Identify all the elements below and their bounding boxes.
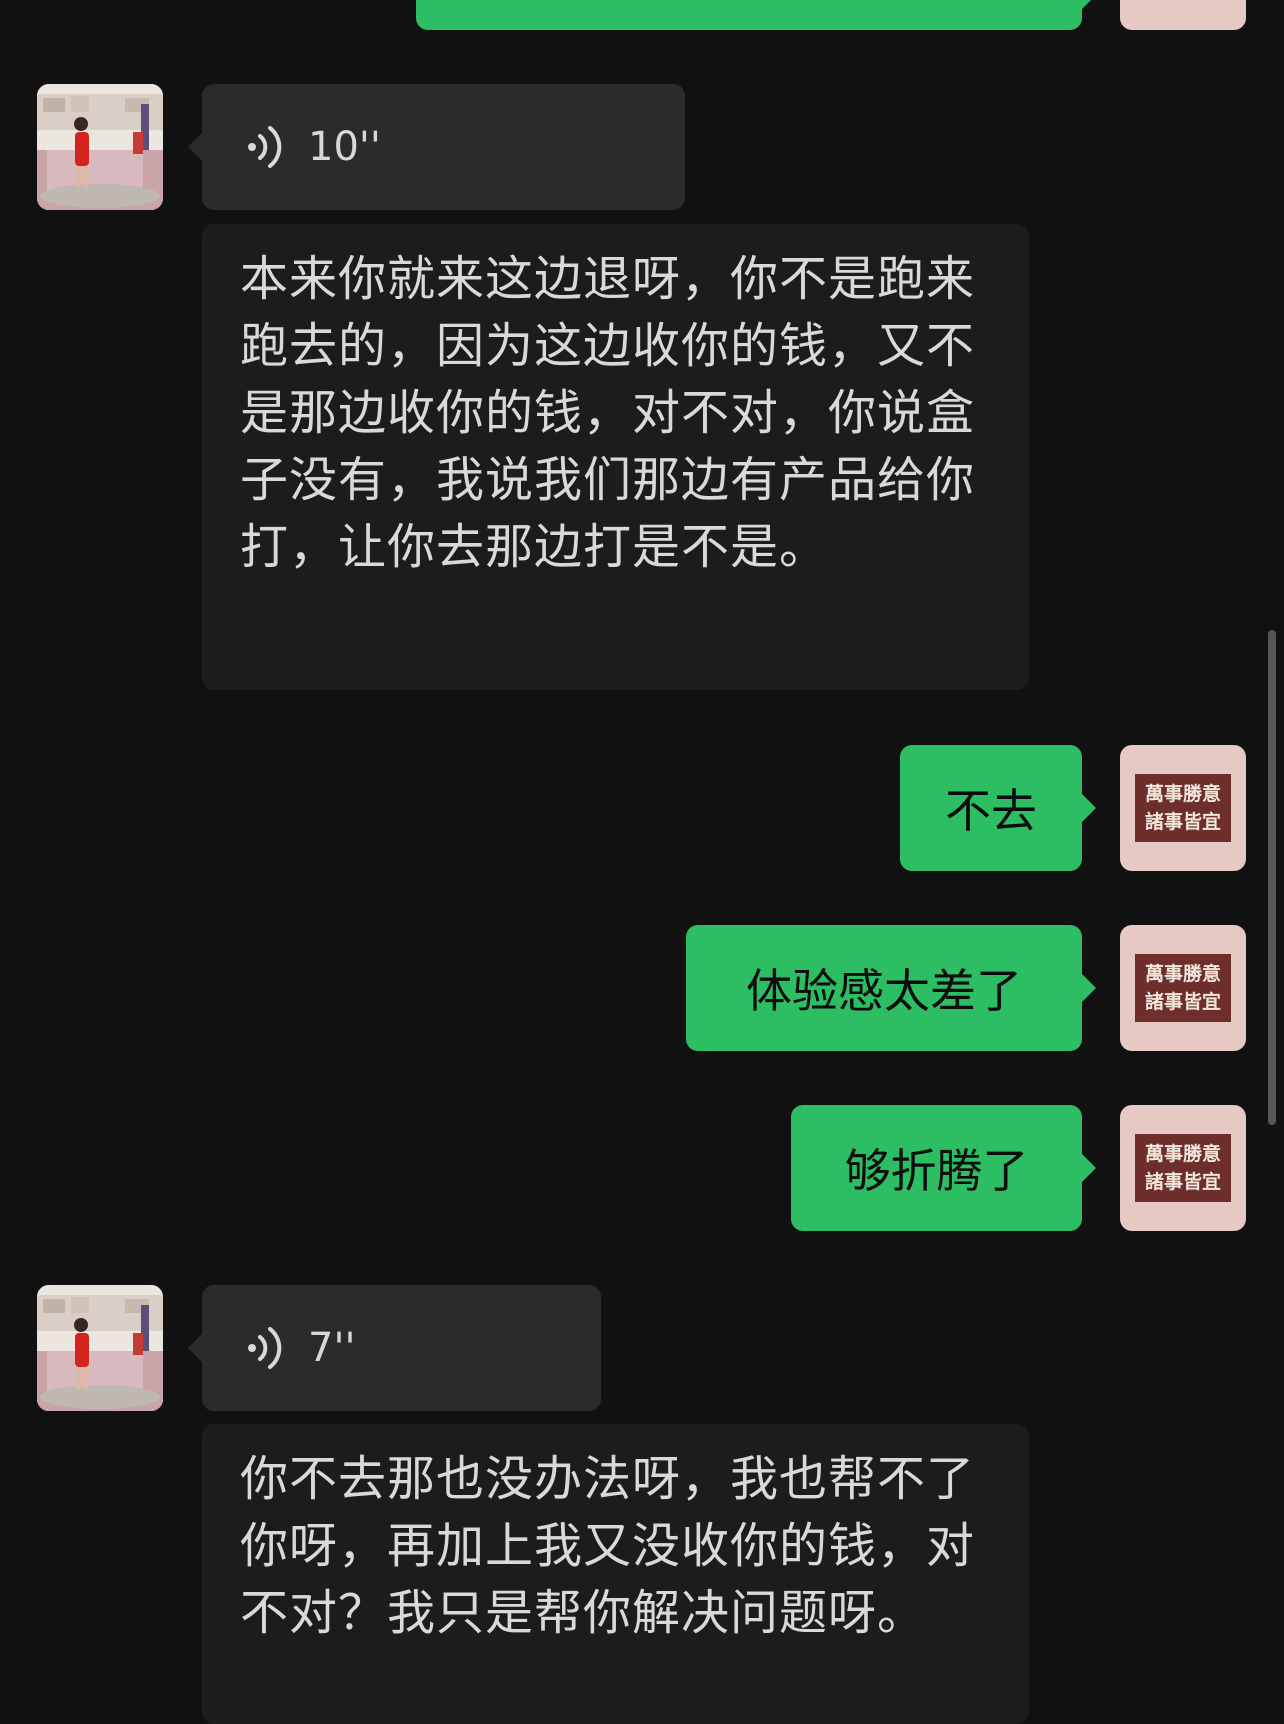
voice-transcript-text: 本来你就来这边退呀，你不是跑来跑去的，因为这边收你的钱，又不是那边收你的钱，对不… xyxy=(240,251,976,575)
chat-scrollbar[interactable] xyxy=(1268,630,1276,1125)
contact-avatar-photo xyxy=(37,1285,163,1411)
contact-avatar-photo xyxy=(37,84,163,210)
avatar-seal-logo: 萬事勝意 諸事皆宜 xyxy=(1135,1134,1231,1202)
sent-message-bubble[interactable]: 体验感太差了 xyxy=(686,925,1096,1051)
sent-message-bubble-partial[interactable] xyxy=(416,0,1096,30)
sent-message-text: 够折腾了 xyxy=(844,1144,1029,1198)
voice-wave-icon xyxy=(248,1327,282,1369)
voice-transcript[interactable]: 本来你就来这边退呀，你不是跑来跑去的，因为这边收你的钱，又不是那边收你的钱，对不… xyxy=(202,224,1029,690)
avatar-seal-logo: 萬事勝意 諸事皆宜 xyxy=(1135,774,1231,842)
sent-message-text: 不去 xyxy=(945,784,1037,838)
my-avatar[interactable]: 萬事勝意 諸事皆宜 xyxy=(1120,1105,1246,1231)
voice-transcript-text: 你不去那也没办法呀，我也帮不了你呀，再加上我又没收你的钱，对不对？我只是帮你解决… xyxy=(240,1451,976,1641)
voice-duration: 7'' xyxy=(308,1325,356,1371)
my-avatar-partial[interactable] xyxy=(1120,0,1246,30)
voice-transcript[interactable]: 你不去那也没办法呀，我也帮不了你呀，再加上我又没收你的钱，对不对？我只是帮你解决… xyxy=(202,1424,1029,1724)
sent-message-bubble[interactable]: 够折腾了 xyxy=(791,1105,1096,1231)
my-avatar[interactable]: 萬事勝意 諸事皆宜 xyxy=(1120,745,1246,871)
voice-wave-icon xyxy=(248,126,282,168)
contact-avatar[interactable] xyxy=(37,1285,163,1411)
sent-message-bubble[interactable]: 不去 xyxy=(900,745,1096,871)
avatar-seal-logo: 萬事勝意 諸事皆宜 xyxy=(1135,954,1231,1022)
voice-message-bubble[interactable]: 7'' xyxy=(188,1285,601,1411)
contact-avatar[interactable] xyxy=(37,84,163,210)
sent-message-text: 体验感太差了 xyxy=(746,964,1022,1018)
voice-duration: 10'' xyxy=(308,124,381,170)
my-avatar[interactable]: 萬事勝意 諸事皆宜 xyxy=(1120,925,1246,1051)
voice-message-bubble[interactable]: 10'' xyxy=(188,84,685,210)
